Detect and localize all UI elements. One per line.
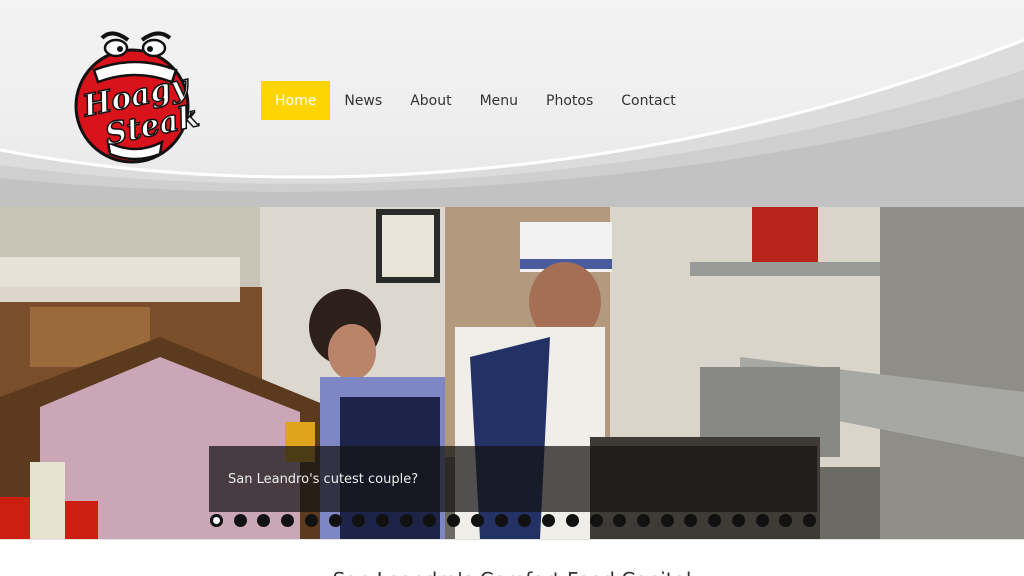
slider-dot[interactable] [328, 513, 342, 527]
page-tagline: San Leandro's Comfort Food Capital [0, 568, 1024, 576]
slider-dot[interactable] [447, 513, 461, 527]
slider-dot[interactable] [636, 513, 650, 527]
slider-dot[interactable] [542, 513, 556, 527]
slider-dot[interactable] [233, 513, 247, 527]
slider-dot[interactable] [352, 513, 366, 527]
slider-dot[interactable] [376, 513, 390, 527]
nav-contact[interactable]: Contact [607, 81, 689, 120]
slider-dot[interactable] [494, 513, 508, 527]
content-section: San Leandro's Comfort Food Capital [0, 539, 1024, 576]
slider-dot[interactable] [731, 513, 745, 527]
slider-dot[interactable] [708, 513, 722, 527]
nav-menu[interactable]: Menu [466, 81, 532, 120]
nav-home[interactable]: Home [261, 81, 331, 120]
site-logo[interactable]: Hoagy Steak [50, 24, 220, 169]
hoagy-steak-logo: Hoagy Steak [74, 31, 203, 164]
slider-dot[interactable] [304, 513, 318, 527]
slider-dot[interactable] [423, 513, 437, 527]
slider-dot[interactable] [210, 513, 223, 527]
slider-dot[interactable] [281, 513, 295, 527]
slide-caption-text: San Leandro's cutest couple? [228, 472, 419, 487]
slider-dot[interactable] [589, 513, 603, 527]
nav-about[interactable]: About [396, 81, 465, 120]
slider-dot[interactable] [660, 513, 674, 527]
slider-dot[interactable] [565, 513, 579, 527]
slider-dot[interactable] [755, 513, 769, 527]
slider-dot[interactable] [257, 513, 271, 527]
slider-pagination [209, 513, 817, 527]
nav-photos[interactable]: Photos [532, 81, 607, 120]
slider-dot[interactable] [613, 513, 627, 527]
slide-caption: San Leandro's cutest couple? [209, 446, 817, 512]
slider-dot[interactable] [470, 513, 484, 527]
main-nav: Home News About Menu Photos Contact [261, 81, 690, 120]
slider-dot[interactable] [518, 513, 532, 527]
site-header: Hoagy Steak Home News About Menu Photos … [0, 0, 1024, 207]
slider-dot[interactable] [684, 513, 698, 527]
slider-dot[interactable] [399, 513, 413, 527]
slider-dot[interactable] [802, 513, 816, 527]
slider-dot[interactable] [779, 513, 793, 527]
nav-news[interactable]: News [330, 81, 396, 120]
hero-slider[interactable]: San Leandro's cutest couple? [0, 207, 1024, 539]
